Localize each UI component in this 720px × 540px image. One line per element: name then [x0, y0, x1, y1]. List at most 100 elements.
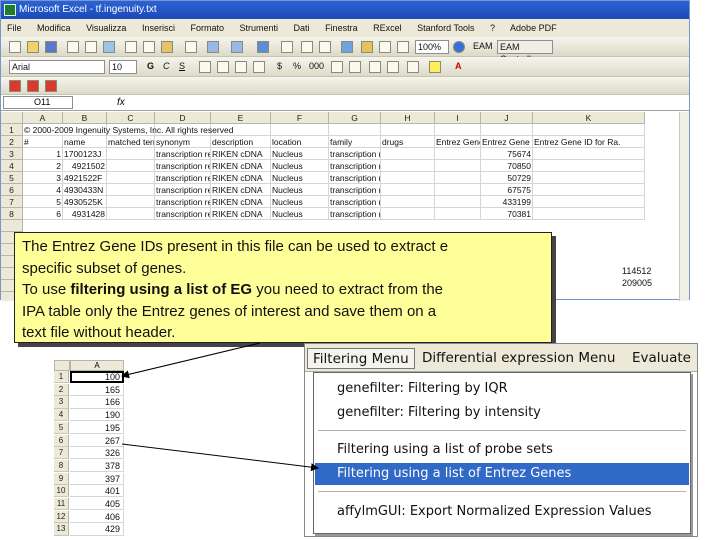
- menu-visualizza[interactable]: Visualizza: [86, 23, 126, 33]
- drawing-icon[interactable]: [361, 41, 373, 53]
- table-cell[interactable]: Entrez Gene: [435, 136, 481, 148]
- menu-help[interactable]: ?: [490, 23, 495, 33]
- table-cell[interactable]: [533, 196, 645, 208]
- increase-decimal-icon[interactable]: [331, 61, 343, 73]
- merge-center-icon[interactable]: [253, 61, 265, 73]
- table-cell[interactable]: transcription regulator: [329, 172, 381, 184]
- pdf-review-icon[interactable]: [45, 80, 57, 92]
- bold-icon[interactable]: G: [147, 61, 154, 71]
- entrez-id-cell[interactable]: 326: [70, 447, 124, 460]
- entrez-id-cell[interactable]: 165: [70, 383, 124, 396]
- list-item[interactable]: 5 195: [54, 421, 124, 434]
- list-item[interactable]: 3 166: [54, 396, 124, 409]
- menu-rexcel[interactable]: RExcel: [373, 23, 402, 33]
- table-cell[interactable]: [435, 184, 481, 196]
- differential-expression-menu[interactable]: Differential expression Menu: [417, 348, 620, 369]
- list-item[interactable]: 10 401: [54, 485, 124, 498]
- entrez-id-cell[interactable]: 405: [70, 498, 124, 511]
- italic-icon[interactable]: C: [163, 61, 170, 71]
- table-cell[interactable]: 433199: [481, 196, 533, 208]
- table-cell[interactable]: [533, 184, 645, 196]
- table-cell[interactable]: transcription regulator: [155, 172, 211, 184]
- name-box[interactable]: O11: [3, 96, 73, 109]
- table-cell[interactable]: Entrez Gene: [481, 136, 533, 148]
- eam-controller-button[interactable]: EAM Controller: [497, 40, 553, 64]
- undo-icon[interactable]: [207, 41, 219, 53]
- list-item[interactable]: 8 378: [54, 459, 124, 473]
- table-cell[interactable]: [435, 172, 481, 184]
- table-cell[interactable]: 6: [23, 208, 63, 220]
- column-header[interactable]: J: [481, 112, 533, 124]
- table-cell[interactable]: [381, 172, 435, 184]
- list-item[interactable]: 11 405: [54, 498, 124, 511]
- entrez-id-cell[interactable]: 195: [70, 421, 124, 434]
- table-cell[interactable]: transcription regulator: [155, 196, 211, 208]
- table-cell[interactable]: [107, 148, 155, 160]
- column-header[interactable]: D: [155, 112, 211, 124]
- table-cell[interactable]: 4921522F: [63, 172, 107, 184]
- table-cell[interactable]: [381, 196, 435, 208]
- pdf-email-icon[interactable]: [27, 80, 39, 92]
- table-cell[interactable]: [533, 172, 645, 184]
- mini-column-header[interactable]: A: [70, 360, 124, 371]
- autosum-icon[interactable]: [281, 41, 293, 53]
- table-cell[interactable]: 5: [23, 196, 63, 208]
- pdf-convert-icon[interactable]: [9, 80, 21, 92]
- table-cell[interactable]: 70381: [481, 208, 533, 220]
- paste-icon[interactable]: [161, 41, 173, 53]
- print-icon[interactable]: [67, 41, 79, 53]
- mini-row-number[interactable]: 7: [54, 447, 69, 460]
- sort-descending-icon[interactable]: [319, 41, 331, 53]
- table-cell[interactable]: 4930525K: [63, 196, 107, 208]
- mini-row-number[interactable]: 11: [54, 498, 69, 511]
- table-cell[interactable]: RIKEN cDNA: [211, 208, 271, 220]
- menu-item-filter-iqr[interactable]: genefilter: Filtering by IQR: [315, 378, 689, 400]
- column-header[interactable]: I: [435, 112, 481, 124]
- entrez-id-cell[interactable]: 100: [70, 371, 124, 384]
- redo-icon[interactable]: [231, 41, 243, 53]
- table-cell[interactable]: [435, 208, 481, 220]
- row-header[interactable]: 1: [1, 124, 23, 136]
- table-cell[interactable]: 4921502: [63, 160, 107, 172]
- table-cell[interactable]: RIKEN cDNA: [211, 184, 271, 196]
- table-cell[interactable]: 70850: [481, 160, 533, 172]
- table-cell[interactable]: name: [63, 136, 107, 148]
- table-cell[interactable]: [381, 148, 435, 160]
- table-cell[interactable]: © 2000-2009 Ingenuity Systems, Inc. All …: [23, 124, 303, 136]
- table-cell[interactable]: 4930433N: [63, 184, 107, 196]
- table-cell[interactable]: [481, 124, 533, 136]
- currency-icon[interactable]: $: [277, 61, 282, 71]
- table-cell[interactable]: Nucleus: [271, 196, 329, 208]
- table-cell[interactable]: transcription regulator: [329, 208, 381, 220]
- menu-stanford-tools[interactable]: Stanford Tools: [417, 23, 474, 33]
- table-cell[interactable]: Entrez Gene ID for Ra.: [533, 136, 645, 148]
- table-cell[interactable]: [107, 160, 155, 172]
- mini-row-number[interactable]: 13: [54, 523, 69, 536]
- menu-strumenti[interactable]: Strumenti: [240, 23, 279, 33]
- entrez-id-cell[interactable]: 166: [70, 396, 124, 409]
- align-right-icon[interactable]: [235, 61, 247, 73]
- mini-row-number[interactable]: 10: [54, 485, 69, 498]
- table-cell[interactable]: Nucleus: [271, 160, 329, 172]
- mini-row-number[interactable]: 12: [54, 510, 69, 523]
- row-header[interactable]: 6: [1, 184, 23, 196]
- table-cell[interactable]: [107, 172, 155, 184]
- column-header[interactable]: K: [533, 112, 645, 124]
- zoom-field[interactable]: 100%: [415, 40, 449, 54]
- table-cell[interactable]: [533, 208, 645, 220]
- chart-wizard-icon[interactable]: [341, 41, 353, 53]
- entrez-id-cell[interactable]: 401: [70, 485, 124, 498]
- entrez-id-cell[interactable]: 397: [70, 472, 124, 485]
- list-item[interactable]: 9 397: [54, 472, 124, 485]
- table-cell[interactable]: [435, 148, 481, 160]
- table-cell[interactable]: [435, 160, 481, 172]
- table-cell[interactable]: [107, 196, 155, 208]
- list-item[interactable]: 7 326: [54, 447, 124, 460]
- entrez-id-cell[interactable]: 406: [70, 510, 124, 523]
- table-cell[interactable]: [107, 184, 155, 196]
- row-header[interactable]: 5: [1, 172, 23, 184]
- font-color-icon[interactable]: A: [455, 61, 462, 71]
- copy-icon[interactable]: [143, 41, 155, 53]
- table-cell[interactable]: [533, 148, 645, 160]
- table-cell[interactable]: RIKEN cDNA: [211, 160, 271, 172]
